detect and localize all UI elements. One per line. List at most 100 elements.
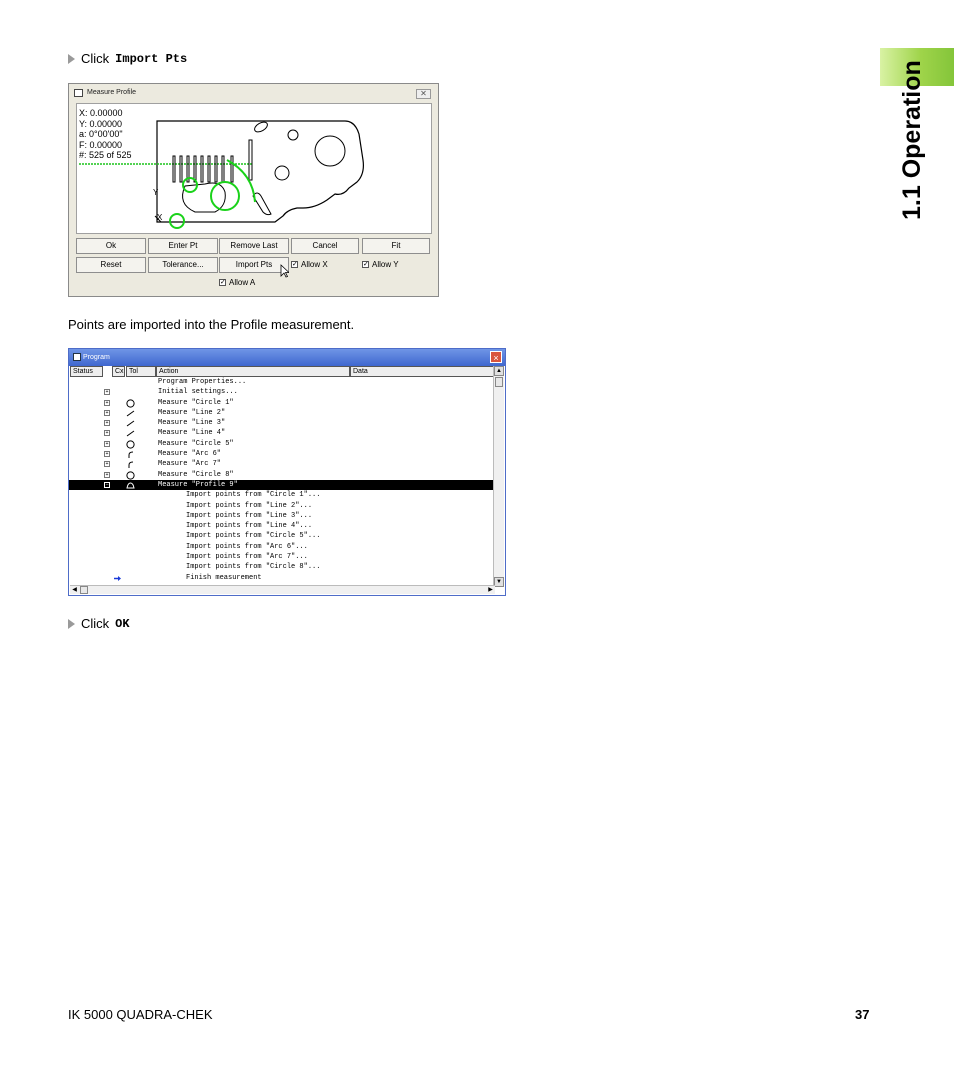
allow-y-checkbox[interactable]: ✓ Allow Y (362, 260, 399, 269)
section-title: 1.1 Operation (898, 60, 926, 220)
row-action-text: Import points from "Arc 6"... (186, 542, 308, 551)
program-row[interactable]: + Measure "Circle 5" (69, 439, 494, 449)
axis-y-label: Y (153, 188, 159, 197)
line-icon (126, 419, 135, 428)
row-action-text: Import points from "Line 4"... (186, 522, 313, 531)
program-row[interactable]: Import points from "Line 3"... (69, 511, 494, 521)
program-titlebar: Program (69, 349, 505, 366)
scroll-thumb[interactable] (495, 377, 503, 387)
row-action-text: Measure "Line 4" (158, 429, 226, 438)
ok-button[interactable]: Ok (76, 238, 146, 254)
row-action-text: Measure "Arc 7" (158, 460, 222, 469)
close-button[interactable]: × (490, 351, 502, 363)
program-row[interactable]: + Measure "Circle 8" (69, 470, 494, 480)
expand-icon[interactable]: + (104, 451, 110, 458)
allow-y-label: Allow Y (372, 260, 399, 269)
row-action-text: Import points from "Line 2"... (186, 501, 313, 510)
allow-x-label: Allow X (301, 260, 328, 269)
scroll-right-icon[interactable]: ▶ (486, 586, 495, 594)
measure-profile-dialog: Measure Profile ✕ X: 0.00000 Y: 0.00000 … (68, 83, 439, 297)
step-prefix: Click (81, 616, 110, 631)
row-action-text: Import points from "Arc 7"... (186, 553, 308, 562)
fit-button[interactable]: Fit (362, 238, 430, 254)
collapse-icon[interactable]: − (104, 481, 110, 488)
scroll-left-icon[interactable]: ◀ (70, 586, 79, 594)
scroll-up-icon[interactable]: ▲ (494, 366, 504, 376)
row-action-text: Measure "Line 2" (158, 408, 226, 417)
program-row[interactable]: Import points from "Line 4"... (69, 521, 494, 531)
row-action-text: Finish measurement (186, 573, 262, 582)
cancel-button[interactable]: Cancel (291, 238, 359, 254)
program-row[interactable]: Import points from "Line 2"... (69, 501, 494, 511)
row-action-text: Import points from "Circle 8"... (186, 563, 321, 572)
step-prefix: Click (81, 51, 110, 66)
row-action-text: Measure "Circle 5" (158, 439, 234, 448)
program-row[interactable]: Finish measurement (69, 573, 494, 583)
expand-icon[interactable]: + (104, 430, 110, 437)
expand-icon[interactable]: + (104, 409, 110, 416)
program-row[interactable]: + Initial settings... (69, 387, 494, 397)
row-action-text: Measure "Line 3" (158, 419, 226, 428)
header-cx[interactable]: Cx (112, 366, 125, 377)
scroll-down-icon[interactable]: ▼ (494, 577, 504, 587)
program-row[interactable]: + Measure "Line 2" (69, 408, 494, 418)
program-row[interactable]: Import points from "Circle 1"... (69, 490, 494, 500)
mouse-cursor-icon (280, 264, 289, 278)
remove-last-button[interactable]: Remove Last (219, 238, 289, 254)
program-row[interactable]: Import points from "Arc 7"... (69, 552, 494, 562)
program-window: Program × Status Cx Tol Action Data Prog… (68, 348, 506, 596)
step-click-import: Click Import Pts (68, 51, 187, 66)
page-number: 37 (855, 1007, 870, 1022)
expand-icon[interactable]: + (104, 440, 110, 447)
program-row[interactable]: Import points from "Circle 8"... (69, 562, 494, 572)
expand-icon[interactable]: + (104, 399, 110, 406)
reset-button[interactable]: Reset (76, 257, 146, 273)
import-pts-button[interactable]: Import Pts (219, 257, 289, 273)
program-row[interactable]: + Measure "Line 4" (69, 428, 494, 438)
step-target: OK (115, 616, 130, 631)
checkbox-checked-icon: ✓ (291, 261, 298, 268)
expand-icon[interactable]: + (104, 420, 110, 427)
bullet-triangle-icon (68, 618, 75, 629)
program-row[interactable]: + Measure "Arc 6" (69, 449, 494, 459)
circle-icon (126, 471, 135, 480)
program-row[interactable]: + Measure "Circle 1" (69, 398, 494, 408)
row-action-text: Measure "Circle 1" (158, 398, 234, 407)
header-status[interactable]: Status (70, 366, 103, 377)
profile-icon (126, 481, 135, 490)
h-scroll-thumb[interactable] (80, 586, 88, 594)
header-data[interactable]: Data (350, 366, 495, 377)
allow-x-checkbox[interactable]: ✓ Allow X (291, 260, 328, 269)
profile-canvas[interactable]: X: 0.00000 Y: 0.00000 a: 0°00'00" F: 0.0… (76, 103, 432, 234)
dialog-titlebar: Measure Profile (69, 84, 438, 102)
tolerance-button[interactable]: Tolerance... (148, 257, 218, 273)
allow-a-checkbox[interactable]: ✓ Allow A (219, 278, 255, 287)
row-action-text: Import points from "Line 3"... (186, 511, 313, 520)
horizontal-scrollbar[interactable]: ◀ ▶ (70, 585, 495, 594)
arc-icon (126, 450, 135, 459)
program-row[interactable]: Import points from "Circle 5"... (69, 531, 494, 541)
row-action-text: Program Properties... (158, 378, 247, 386)
expand-icon[interactable]: + (104, 389, 110, 396)
program-row[interactable]: Program Properties... (69, 377, 494, 387)
row-action-text: Measure "Profile 9" (158, 480, 238, 489)
vertical-scrollbar[interactable]: ▲ ▼ (493, 366, 504, 587)
window-icon (74, 89, 83, 97)
header-tol[interactable]: Tol (126, 366, 156, 377)
program-row[interactable]: + Measure "Line 3" (69, 418, 494, 428)
program-row[interactable]: − Measure "Profile 9" (69, 479, 494, 491)
program-step-list: Program Properties... + Initial settings..… (69, 377, 494, 583)
enter-pt-button[interactable]: Enter Pt (148, 238, 218, 254)
allow-a-label: Allow A (229, 278, 256, 287)
window-icon (73, 353, 81, 361)
checkbox-checked-icon: ✓ (362, 261, 369, 268)
program-row[interactable]: + Measure "Arc 7" (69, 459, 494, 469)
expand-icon[interactable]: + (104, 461, 110, 468)
close-button[interactable]: ✕ (416, 89, 431, 99)
circle-icon (126, 440, 135, 449)
arc-icon (126, 460, 135, 469)
dialog-title: Measure Profile (87, 89, 137, 96)
program-row[interactable]: Import points from "Arc 6"... (69, 542, 494, 552)
header-action[interactable]: Action (156, 366, 350, 377)
expand-icon[interactable]: + (104, 471, 110, 478)
